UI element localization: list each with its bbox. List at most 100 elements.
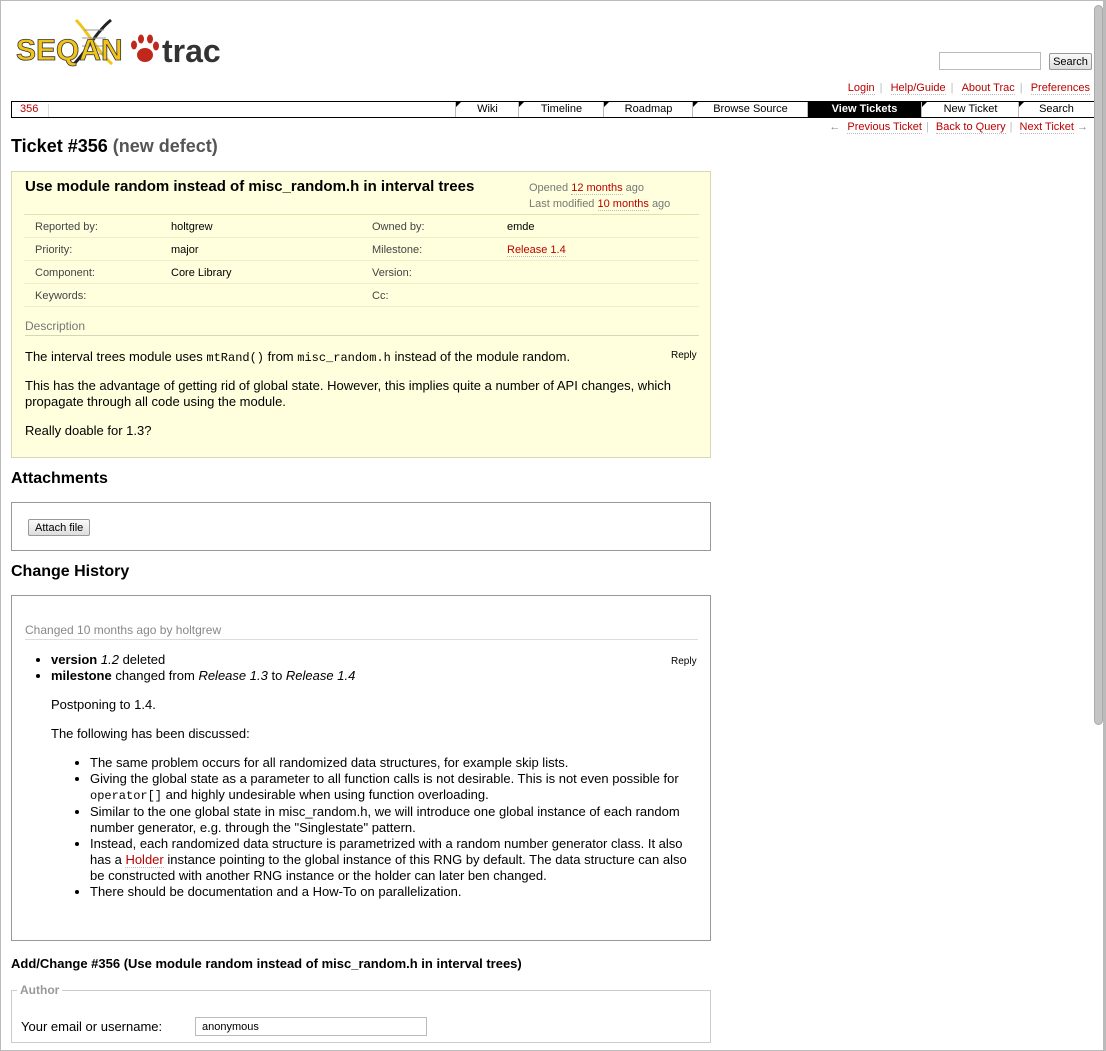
nav-timeline[interactable]: Timeline xyxy=(518,102,604,117)
ticket-context-label: 356 xyxy=(20,103,39,115)
description-paragraph: The interval trees module uses mtRand() … xyxy=(25,349,690,366)
version-label: Version: xyxy=(372,267,412,279)
ticket-box: Use module random instead of misc_random… xyxy=(11,171,711,458)
ticket-summary: Use module random instead of misc_random… xyxy=(25,178,475,195)
about-trac-link[interactable]: About Trac xyxy=(961,82,1015,95)
old-value: 1.2 xyxy=(100,652,119,667)
description-paragraph: This has the advantage of getting rid of… xyxy=(25,378,672,409)
nav-wiki[interactable]: Wiki xyxy=(455,102,519,117)
attach-file-button[interactable]: Attach file xyxy=(28,519,91,536)
opened-prefix: Opened xyxy=(529,182,569,194)
next-ticket-link[interactable]: Next Ticket xyxy=(1019,121,1074,134)
bullet-text: instance pointing to the global instance… xyxy=(90,852,687,883)
list-item: version 1.2 deleted xyxy=(51,652,355,668)
desc-text: instead of the module random. xyxy=(394,349,571,364)
author-legend: Author xyxy=(20,983,60,997)
property-row: Reported by: holtgrew Owned by: emde xyxy=(24,215,699,238)
property-row: Priority: major Milestone: Release 1.4 xyxy=(24,238,699,261)
metanav: Login | Help/Guide | About Trac | Preferenc… xyxy=(847,82,1090,95)
context-navigation: ← Previous Ticket | Back to Query | Next T… xyxy=(829,121,1088,134)
old-value: Release 1.3 xyxy=(198,668,268,683)
list-item: The same problem occurs for all randomiz… xyxy=(90,755,692,771)
milestone-link[interactable]: Release 1.4 xyxy=(507,244,566,257)
vertical-scrollbar[interactable] xyxy=(1094,5,1103,725)
reported-by-label: Reported by: xyxy=(35,221,98,233)
code-misc-random: misc_random.h xyxy=(297,351,391,365)
ticket-status: (new defect) xyxy=(112,136,218,156)
change-text: changed from xyxy=(115,668,195,683)
field-name: milestone xyxy=(51,668,112,683)
milestone-label: Milestone: xyxy=(372,244,423,256)
code-mtrand: mtRand() xyxy=(206,351,264,365)
change-history-heading: Change History xyxy=(11,563,130,580)
comment-bullet-list: The same problem occurs for all randomiz… xyxy=(72,755,692,900)
change-list: version 1.2 deleted milestone changed fr… xyxy=(33,652,355,684)
code-operator: operator[] xyxy=(90,789,163,803)
property-row: Component: Core Library Version: xyxy=(24,261,699,284)
list-item: There should be documentation and a How-… xyxy=(90,884,692,900)
description-heading: Description xyxy=(25,319,699,336)
opened-suffix: ago xyxy=(625,182,645,194)
author-fieldset: Author Your email or username: xyxy=(11,983,711,1043)
nav-new-ticket[interactable]: New Ticket xyxy=(921,102,1019,117)
preferences-link[interactable]: Preferences xyxy=(1030,82,1090,95)
component-label: Component: xyxy=(35,267,95,279)
left-arrow-icon: ← xyxy=(829,121,841,133)
keywords-label: Keywords: xyxy=(35,290,87,302)
change-header: Changed 10 months ago by holtgrew xyxy=(25,623,698,640)
login-link[interactable]: Login xyxy=(847,82,875,95)
owned-by-label: Owned by: xyxy=(372,221,425,233)
ticket-number: Ticket #356 xyxy=(11,136,108,156)
change-history-box: Changed 10 months ago by holtgrew Reply … xyxy=(11,595,711,941)
ticket-dates: Opened 12 months ago Last modified 10 mo… xyxy=(529,180,670,212)
modified-prefix: Last modified xyxy=(529,198,595,210)
author-label: Your email or username: xyxy=(21,1019,163,1034)
seqan-trac-logo[interactable]: SEQAN trac xyxy=(16,12,228,72)
field-name: version xyxy=(51,652,98,667)
ticket-properties: Reported by: holtgrew Owned by: emde Pri… xyxy=(24,214,699,307)
list-item: Instead, each randomized data structure … xyxy=(90,836,692,884)
logo-text-seqan: SEQAN xyxy=(16,34,123,67)
holder-link[interactable]: Holder xyxy=(125,852,164,868)
reported-by-value: holtgrew xyxy=(171,221,213,233)
modified-time-link[interactable]: 10 months xyxy=(597,198,649,211)
change-reply-button[interactable]: Reply xyxy=(671,656,697,667)
priority-label: Priority: xyxy=(35,244,73,256)
owned-by-value: emde xyxy=(507,221,535,233)
add-change-heading: Add/Change #356 (Use module random inste… xyxy=(11,956,522,971)
context-divider xyxy=(48,104,466,117)
attachments-box: Attach file xyxy=(11,502,711,551)
search-button[interactable]: Search xyxy=(1049,53,1092,70)
new-value: Release 1.4 xyxy=(285,668,356,683)
description-paragraph: Really doable for 1.3? xyxy=(25,423,152,438)
bullet-text: Giving the global state as a parameter t… xyxy=(90,771,679,786)
change-text: to xyxy=(271,668,283,683)
main-navigation: 356 Wiki Timeline Roadmap Browse Source … xyxy=(11,101,1095,118)
desc-text: from xyxy=(267,349,294,364)
nav-browse-source[interactable]: Browse Source xyxy=(692,102,808,117)
nav-search[interactable]: Search xyxy=(1018,102,1094,117)
page-title: Ticket #356 (new defect) xyxy=(11,136,218,157)
paw-icon xyxy=(131,34,159,62)
right-arrow-icon: → xyxy=(1077,121,1088,133)
list-item: Giving the global state as a parameter t… xyxy=(90,771,692,804)
change-text: deleted xyxy=(122,652,166,667)
comment-paragraph: Postponing to 1.4. xyxy=(51,697,156,712)
comment-paragraph: The following has been discussed: xyxy=(51,726,250,741)
search-input[interactable] xyxy=(939,52,1041,70)
desc-text: The interval trees module uses xyxy=(25,349,203,364)
nav-view-tickets[interactable]: View Tickets xyxy=(807,102,921,117)
priority-value: major xyxy=(171,244,199,256)
component-value: Core Library xyxy=(171,267,232,279)
attachments-heading: Attachments xyxy=(11,470,108,487)
previous-ticket-link[interactable]: Previous Ticket xyxy=(847,121,922,134)
list-item: Similar to the one global state in misc_… xyxy=(90,804,692,836)
opened-time-link[interactable]: 12 months xyxy=(571,182,623,195)
logo-text-trac: trac xyxy=(162,33,221,69)
author-input[interactable] xyxy=(195,1017,427,1036)
cc-label: Cc: xyxy=(372,290,389,302)
nav-roadmap[interactable]: Roadmap xyxy=(603,102,693,117)
help-guide-link[interactable]: Help/Guide xyxy=(890,82,946,95)
back-to-query-link[interactable]: Back to Query xyxy=(935,121,1006,134)
bullet-text: and highly undesirable when using functi… xyxy=(165,787,489,802)
